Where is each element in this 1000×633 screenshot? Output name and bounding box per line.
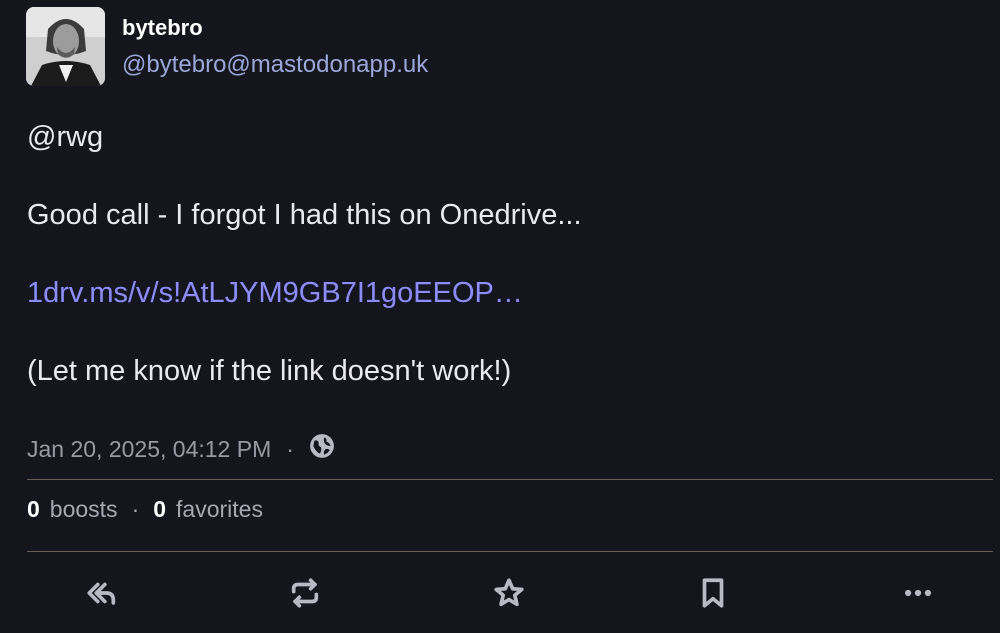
boosts-label: boosts — [49, 495, 118, 522]
timestamp[interactable]: Jan 20, 2025, 04:12 PM — [27, 436, 271, 463]
meta-separator: · — [286, 435, 294, 462]
favorite-button[interactable] — [486, 570, 532, 616]
boosts-stat[interactable]: 0 boosts — [27, 496, 118, 523]
favorite-star-icon — [494, 578, 524, 607]
action-bar — [0, 552, 1000, 633]
globe-icon — [309, 433, 335, 465]
boosts-count: 0 — [27, 495, 40, 522]
bookmark-button[interactable] — [690, 570, 736, 616]
divider — [27, 479, 993, 480]
favorites-stat[interactable]: 0 favorites — [153, 496, 263, 523]
post-meta: Jan 20, 2025, 04:12 PM · — [27, 433, 335, 465]
stats-separator: · — [131, 495, 140, 522]
post-text: Good call - I forgot I had this on Onedr… — [27, 199, 582, 231]
reply-all-icon — [87, 582, 116, 605]
mention-link[interactable]: @rwg — [27, 121, 103, 153]
avatar[interactable] — [26, 7, 105, 86]
favorites-count: 0 — [153, 495, 167, 522]
avatar-photo — [26, 7, 105, 86]
more-button[interactable] — [895, 570, 941, 616]
display-name[interactable]: bytebro — [122, 15, 203, 41]
mention-paragraph: @rwg — [27, 118, 967, 156]
more-icon — [904, 589, 932, 597]
post-content: @rwg Good call - I forgot I had this on … — [27, 118, 967, 430]
reply-all-button[interactable] — [79, 570, 125, 616]
boost-icon — [291, 578, 319, 608]
favorites-label: favorites — [176, 495, 263, 522]
account-handle[interactable]: @bytebro@mastodonapp.uk — [122, 51, 428, 79]
onedrive-link[interactable]: 1drv.ms/v/s!AtLJYM9GB7I1goEEOP… — [27, 277, 523, 309]
bookmark-icon — [702, 578, 724, 608]
boost-button[interactable] — [282, 570, 328, 616]
post-text-2: (Let me know if the link doesn't work!) — [27, 355, 512, 387]
post-stats: 0 boosts · 0 favorites — [27, 494, 263, 524]
link-paragraph: 1drv.ms/v/s!AtLJYM9GB7I1goEEOP… — [27, 274, 967, 312]
